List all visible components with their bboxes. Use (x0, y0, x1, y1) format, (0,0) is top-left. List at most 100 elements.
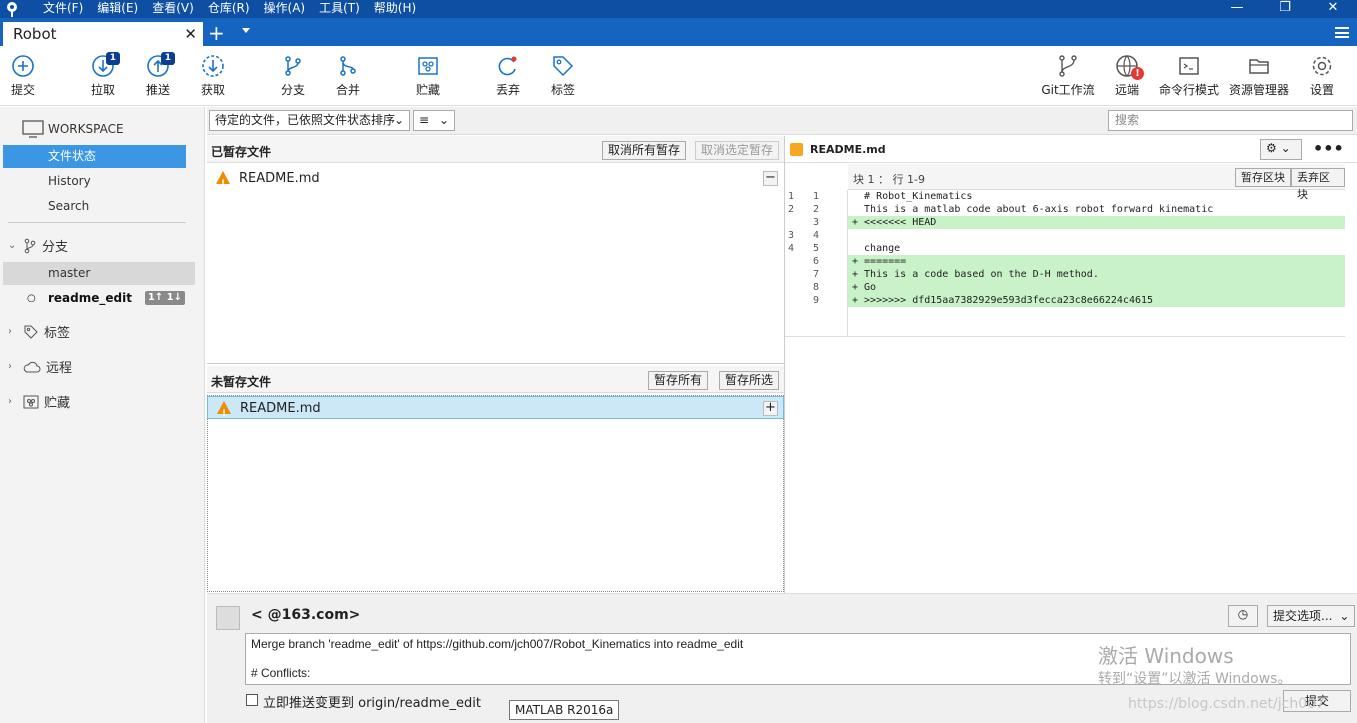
hamburger-menu-icon[interactable] (1335, 27, 1349, 38)
diff-line[interactable]: 2 2 This is a matlab code about 6-axis ro… (785, 203, 1345, 216)
push-checkbox-label: 立即推送变更到 origin/readme_edit (263, 696, 481, 711)
diff-line[interactable]: 34 (785, 229, 1345, 242)
push-button[interactable]: 推送 1 (145, 52, 175, 98)
sidebar-section-stashes[interactable]: › 贮藏 (8, 392, 70, 411)
pull-count-badge: 1 (105, 52, 120, 65)
stage-all-button[interactable]: 暂存所有 (648, 371, 709, 390)
stash-button[interactable]: 贮藏 (414, 54, 442, 98)
stage-file-icon[interactable]: + (763, 401, 778, 416)
tab-robot[interactable]: Robot ✕ (3, 22, 203, 46)
hunk-header: 块 1 ： 行 1-9 暂存区块 丢弃区块 (848, 164, 1345, 201)
commit-button[interactable]: 提交 (10, 54, 36, 98)
stash-icon (23, 395, 39, 408)
branch-readme-edit[interactable]: ○ readme_edit 1↑ 1↓ (3, 287, 195, 310)
unstaged-files-header: 未暂存文件 暂存所有 暂存所选 (207, 366, 784, 393)
stage-selected-button[interactable]: 暂存所选 (719, 371, 780, 390)
unstaged-file-row[interactable]: README.md + (207, 396, 784, 426)
staged-file-row[interactable]: README.md − (207, 167, 784, 196)
branch-icon (24, 238, 36, 253)
fetch-icon (202, 55, 224, 77)
unstage-file-icon[interactable]: − (763, 171, 778, 186)
menu-file[interactable]: 文件(F) (36, 0, 90, 18)
discard-hunk-button[interactable]: 丢弃区块 (1291, 168, 1345, 201)
conflict-warning-icon (216, 171, 230, 196)
tag-button[interactable]: 标签 (550, 54, 576, 98)
hunk-label: 块 1 ： 行 1-9 (853, 173, 925, 186)
stage-hunk-button[interactable]: 暂存区块 (1235, 168, 1291, 187)
branch-master[interactable]: master (3, 262, 195, 285)
pull-button[interactable]: 拉取 1 (90, 52, 120, 98)
remote-button[interactable]: 远端 ! (1113, 54, 1144, 98)
diff-line[interactable]: 6 + ======= (785, 255, 1345, 268)
sidebar-section-remotes[interactable]: › 远程 (8, 357, 72, 376)
menu-tools[interactable]: 工具(T) (312, 0, 367, 18)
maximize-icon[interactable]: ❐ (1261, 0, 1309, 18)
diff-line[interactable]: 4 5 change (785, 242, 1345, 255)
chevron-down-icon: ⌄ (438, 113, 449, 127)
avatar (216, 606, 240, 630)
cloud-icon (23, 361, 41, 372)
diff-line[interactable]: 7 + This is a code based on the D-H metho… (785, 268, 1345, 281)
diff-line[interactable]: 3 + <<<<<<< HEAD (785, 216, 1345, 229)
ahead-behind-badge: 1↑ 1↓ (144, 291, 185, 305)
diff-line[interactable]: 9 + >>>>>>> dfd15aa7382929e593d3fecca23c8… (785, 294, 1345, 307)
conflict-warning-icon (217, 401, 231, 426)
sidebar-section-tags[interactable]: › 标签 (8, 322, 70, 341)
explorer-button[interactable]: 资源管理器 (1227, 54, 1291, 98)
close-window-icon[interactable]: ✕ (1309, 0, 1357, 18)
diff-end-divider (785, 336, 1345, 337)
old-line-number: 2 (788, 204, 795, 215)
gitflow-button[interactable]: Git工作流 (1040, 54, 1096, 98)
menu-repository[interactable]: 仓库(R) (201, 0, 257, 18)
sort-dropdown[interactable]: 待定的文件，已依照文件状态排序 ⌄ (209, 110, 410, 131)
diff-line[interactable]: 1 1 # Robot_Kinematics (785, 190, 1345, 203)
sidebar-item-file-status[interactable]: 文件状态 (3, 145, 186, 168)
new-tab-icon[interactable]: + (208, 22, 225, 44)
diff-line-text: + <<<<<<< HEAD (848, 216, 1345, 229)
sidebar-section-branches[interactable]: ⌄ 分支 (8, 236, 68, 255)
sourcetree-logo-icon (7, 2, 17, 17)
tab-bar: Robot ✕ + (0, 18, 1357, 46)
diff-line-text: change (852, 243, 901, 254)
sidebar-item-history[interactable]: History (3, 170, 186, 193)
menu-help[interactable]: 帮助(H) (367, 0, 423, 18)
new-line-number: 1 (813, 191, 820, 202)
chevron-down-icon: ⌄ (1339, 609, 1350, 623)
diff-options-button[interactable]: ⚙ ⌄ (1260, 139, 1302, 160)
discard-button[interactable]: 丢弃 (495, 54, 521, 98)
menu-view[interactable]: 查看(V) (145, 0, 201, 18)
history-clock-icon[interactable]: ◷ (1228, 605, 1258, 627)
unstage-all-button[interactable]: 取消所有暂存 (602, 141, 687, 160)
old-line-number: 1 (788, 191, 795, 202)
chevron-right-icon: › (8, 361, 12, 372)
settings-button[interactable]: 设置 (1308, 54, 1336, 98)
minimize-icon[interactable]: — (1213, 0, 1261, 18)
new-line-number: 7 (813, 269, 820, 280)
diff-header: README.md ⚙ ⌄ ••• (785, 136, 1357, 163)
activate-windows-watermark: 激活 Windows (1098, 644, 1234, 668)
unstage-selected-button[interactable]: 取消选定暂存 (695, 141, 780, 160)
close-tab-icon[interactable]: ✕ (184, 22, 197, 46)
staged-title: 已暂存文件 (211, 145, 272, 159)
diff-line[interactable]: 8 + Go (785, 281, 1345, 294)
branch-button[interactable]: 分支 (280, 54, 306, 98)
sidebar-item-search[interactable]: Search (3, 195, 186, 218)
more-options-icon[interactable]: ••• (1313, 139, 1344, 158)
merge-button[interactable]: 合并 (335, 54, 361, 98)
diff-line-text: + Go (848, 281, 1345, 294)
pane-divider[interactable] (207, 363, 784, 364)
staged-files-header: 已暂存文件 取消所有暂存 取消选定暂存 (207, 136, 784, 163)
push-immediately-checkbox[interactable] (246, 694, 258, 706)
activate-windows-hint: 转到“设置”以激活 Windows。 (1098, 671, 1292, 687)
menu-actions[interactable]: 操作(A) (257, 0, 313, 18)
terminal-button[interactable]: 命令行模式 (1158, 54, 1220, 98)
remote-error-icon: ! (1131, 67, 1144, 80)
search-input[interactable]: 搜索 (1108, 110, 1353, 131)
tab-dropdown-icon[interactable] (242, 28, 250, 33)
menu-bar: 文件(F) 编辑(E) 查看(V) 仓库(R) 操作(A) 工具(T) 帮助(H… (36, 0, 423, 18)
fetch-button[interactable]: 获取 (200, 54, 226, 98)
diff-line-text: + This is a code based on the D-H method… (848, 268, 1345, 281)
commit-options-dropdown[interactable]: 提交选项... ⌄ (1267, 605, 1356, 627)
menu-edit[interactable]: 编辑(E) (90, 0, 145, 18)
view-mode-dropdown[interactable]: ≡ ⌄ (413, 110, 455, 131)
